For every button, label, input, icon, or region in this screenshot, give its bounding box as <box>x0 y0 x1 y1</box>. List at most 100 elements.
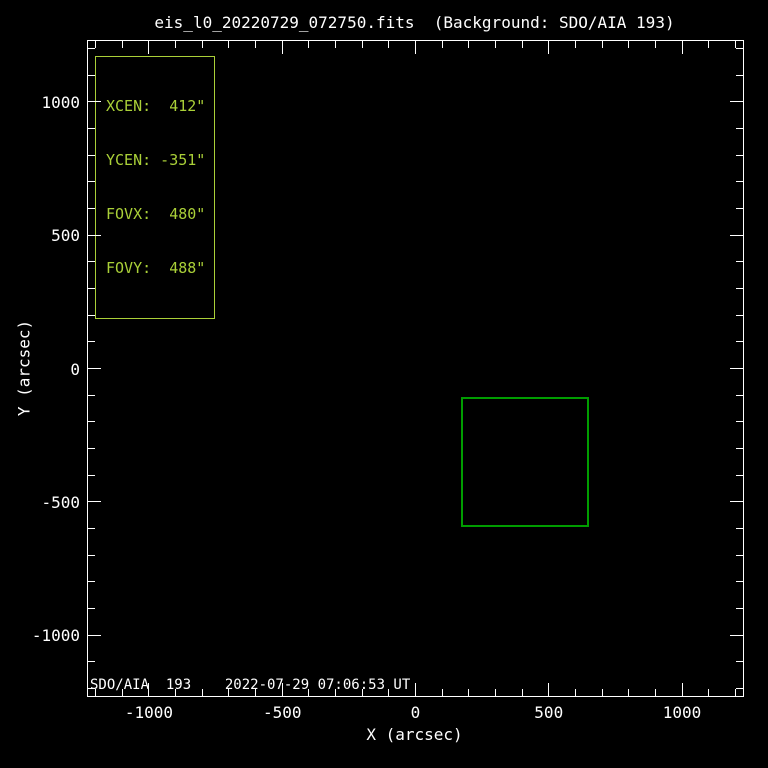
axis-tick <box>654 41 656 48</box>
plot-title: eis_l0_20220729_072750.fits (Background:… <box>154 13 675 32</box>
axis-tick <box>708 41 710 48</box>
axis-tick <box>736 687 743 689</box>
axis-tick <box>628 689 630 696</box>
info-line-ycen: YCEN: -351" <box>106 151 206 169</box>
axis-tick <box>415 683 416 696</box>
axis-tick <box>255 41 257 48</box>
axis-tick <box>88 234 101 236</box>
axis-tick <box>88 527 95 529</box>
axis-tick <box>736 447 743 449</box>
axis-tick <box>494 41 496 48</box>
axis-tick <box>736 554 743 556</box>
axis-tick <box>521 689 523 696</box>
axis-tick <box>88 101 101 103</box>
x-tick-label: -500 <box>262 703 302 722</box>
axis-tick <box>601 41 603 48</box>
axis-tick <box>148 683 150 696</box>
axis-tick <box>255 689 257 696</box>
eis-fov-box <box>461 397 590 528</box>
axis-tick <box>736 261 743 263</box>
axis-tick <box>736 288 743 290</box>
axis-tick <box>736 314 743 316</box>
axis-tick <box>228 41 230 48</box>
axis-tick <box>441 689 443 696</box>
axis-tick <box>88 581 95 583</box>
axis-tick <box>88 128 95 130</box>
axis-tick <box>335 689 337 696</box>
info-line-fovx: FOVX: 480" <box>106 205 206 223</box>
axis-tick <box>88 261 95 263</box>
axis-tick <box>281 683 283 696</box>
axis-tick <box>736 581 743 583</box>
x-tick-label: 500 <box>534 703 564 722</box>
axis-tick <box>734 41 736 48</box>
axis-tick <box>88 74 95 76</box>
axis-tick <box>681 683 683 696</box>
axis-tick <box>88 368 101 369</box>
axis-tick <box>736 421 743 423</box>
axis-tick <box>736 607 743 609</box>
axis-tick <box>736 48 743 50</box>
axis-tick <box>574 689 576 696</box>
axis-tick <box>88 154 95 156</box>
axis-tick <box>88 341 95 343</box>
axis-tick <box>88 447 95 449</box>
axis-tick <box>88 554 95 556</box>
axis-tick <box>228 689 230 696</box>
axis-tick <box>736 154 743 156</box>
y-tick-label: 1000 <box>41 92 80 112</box>
axis-tick <box>88 48 95 50</box>
axis-tick <box>415 41 416 54</box>
axis-tick <box>335 41 337 48</box>
x-tick-label: 0 <box>410 703 421 722</box>
axis-tick <box>574 41 576 48</box>
axis-tick <box>201 41 203 48</box>
axis-tick <box>734 689 736 696</box>
y-tick-label: 0 <box>70 359 80 379</box>
axis-tick <box>88 314 95 316</box>
axis-tick <box>521 41 523 48</box>
axis-tick <box>654 689 656 696</box>
axis-tick <box>736 208 743 210</box>
axis-tick <box>88 661 95 663</box>
axis-tick <box>308 689 310 696</box>
axis-tick <box>730 634 743 636</box>
axis-tick <box>736 661 743 663</box>
axis-tick <box>308 41 310 48</box>
info-line-xcen: XCEN: 412" <box>106 97 206 115</box>
axis-tick <box>95 41 97 48</box>
axis-tick <box>88 607 95 609</box>
axis-tick <box>736 527 743 529</box>
axis-tick <box>388 689 390 696</box>
x-tick-label: 1000 <box>662 703 702 722</box>
axis-tick <box>148 41 150 54</box>
axis-tick <box>730 501 743 503</box>
axis-tick <box>361 689 363 696</box>
y-tick-label: 500 <box>51 226 80 246</box>
axis-tick <box>601 689 603 696</box>
axis-tick <box>708 689 710 696</box>
axis-tick <box>736 394 743 396</box>
axis-tick <box>548 683 550 696</box>
axis-tick <box>441 41 443 48</box>
axis-tick <box>736 341 743 343</box>
axis-tick <box>730 234 743 236</box>
plot-area: XCEN: 412" YCEN: -351" FOVX: 480" FOVY: … <box>87 40 744 697</box>
axis-tick <box>681 41 683 54</box>
fov-info-box: XCEN: 412" YCEN: -351" FOVX: 480" FOVY: … <box>95 56 216 319</box>
axis-tick <box>736 474 743 476</box>
eis-fov-plot-figure: eis_l0_20220729_072750.fits (Background:… <box>0 0 768 768</box>
axis-tick <box>121 689 123 696</box>
axis-tick <box>494 689 496 696</box>
axis-tick <box>730 101 743 103</box>
axis-tick <box>281 41 283 54</box>
x-axis-title: X (arcsec) <box>366 725 463 744</box>
y-tick-label: -500 <box>41 492 80 512</box>
axis-tick <box>468 41 470 48</box>
axis-tick <box>175 689 177 696</box>
axis-tick <box>88 394 95 396</box>
axis-tick <box>361 41 363 48</box>
axis-tick <box>548 41 550 54</box>
axis-tick <box>88 208 95 210</box>
axis-tick <box>175 41 177 48</box>
